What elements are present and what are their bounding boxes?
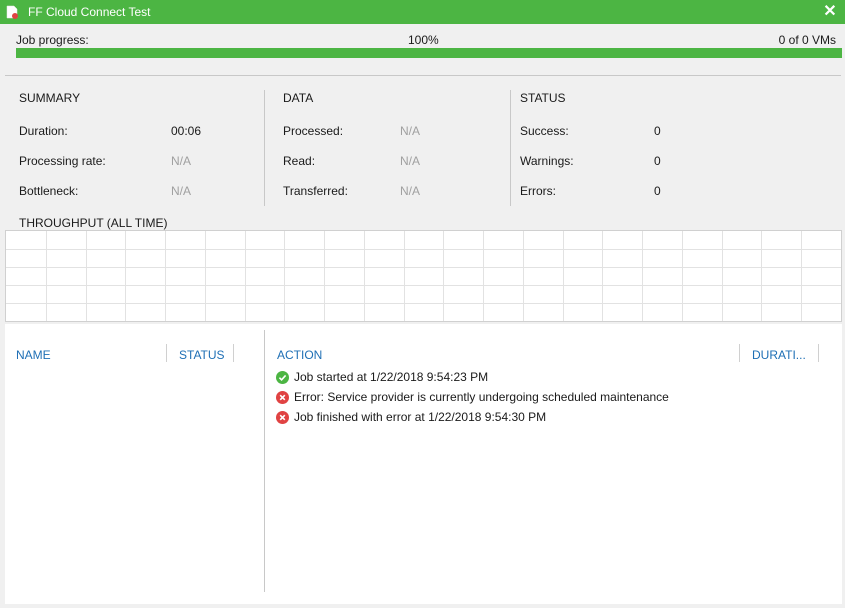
read-label: Read: <box>283 154 316 168</box>
warnings-label: Warnings: <box>520 154 574 168</box>
processed-value: N/A <box>400 124 421 138</box>
column-separator[interactable] <box>233 344 234 362</box>
progress-bar-fill <box>16 48 842 58</box>
bottleneck-label: Bottleneck: <box>19 184 79 198</box>
progress-percent: 100% <box>408 33 439 47</box>
duration-value: 00:06 <box>171 124 202 138</box>
progress-label: Job progress: <box>16 33 89 47</box>
bottleneck-value: N/A <box>171 184 192 198</box>
success-label: Success: <box>520 124 569 138</box>
processed-label: Processed: <box>283 124 344 138</box>
app-icon <box>6 5 18 19</box>
error-icon <box>276 391 289 404</box>
status-heading: STATUS <box>520 91 566 105</box>
duration-label: Duration: <box>19 124 68 138</box>
close-icon[interactable]: ✕ <box>821 3 839 21</box>
column-separator[interactable] <box>166 344 167 362</box>
column-header-action[interactable]: ACTION <box>277 348 322 362</box>
panel-splitter[interactable] <box>264 330 265 592</box>
column-header-status[interactable]: STATUS <box>179 348 225 362</box>
success-value: 0 <box>654 124 661 138</box>
processing-rate-label: Processing rate: <box>19 154 106 168</box>
throughput-title: THROUGHPUT (ALL TIME) <box>19 216 168 230</box>
column-separator[interactable] <box>739 344 740 362</box>
summary-heading: SUMMARY <box>19 91 81 105</box>
read-value: N/A <box>400 154 421 168</box>
processing-rate-value: N/A <box>171 154 192 168</box>
error-icon <box>276 411 289 424</box>
column-divider <box>264 90 265 206</box>
transferred-label: Transferred: <box>283 184 348 198</box>
success-icon <box>276 371 289 384</box>
column-separator[interactable] <box>818 344 819 362</box>
throughput-grid <box>6 231 841 321</box>
column-header-duration[interactable]: DURATI... <box>752 348 806 362</box>
log-entry-text: Job finished with error at 1/22/2018 9:5… <box>294 410 547 424</box>
details-panel: NAME STATUS ACTION DURATI... Job started… <box>5 324 842 604</box>
warnings-value: 0 <box>654 154 661 168</box>
errors-value: 0 <box>654 184 661 198</box>
errors-label: Errors: <box>520 184 556 198</box>
data-heading: DATA <box>283 91 314 105</box>
progress-vm-count: 0 of 0 VMs <box>778 33 836 47</box>
column-divider <box>510 90 511 206</box>
throughput-graph <box>5 230 842 322</box>
log-entry-text: Error: Service provider is currently und… <box>294 390 669 404</box>
progress-bar <box>16 48 842 58</box>
column-header-name[interactable]: NAME <box>16 348 51 362</box>
divider <box>5 75 841 76</box>
title-bar: FF Cloud Connect Test ✕ <box>0 0 845 24</box>
log-entry-text: Job started at 1/22/2018 9:54:23 PM <box>294 370 489 384</box>
transferred-value: N/A <box>400 184 421 198</box>
window-title: FF Cloud Connect Test <box>28 5 151 19</box>
